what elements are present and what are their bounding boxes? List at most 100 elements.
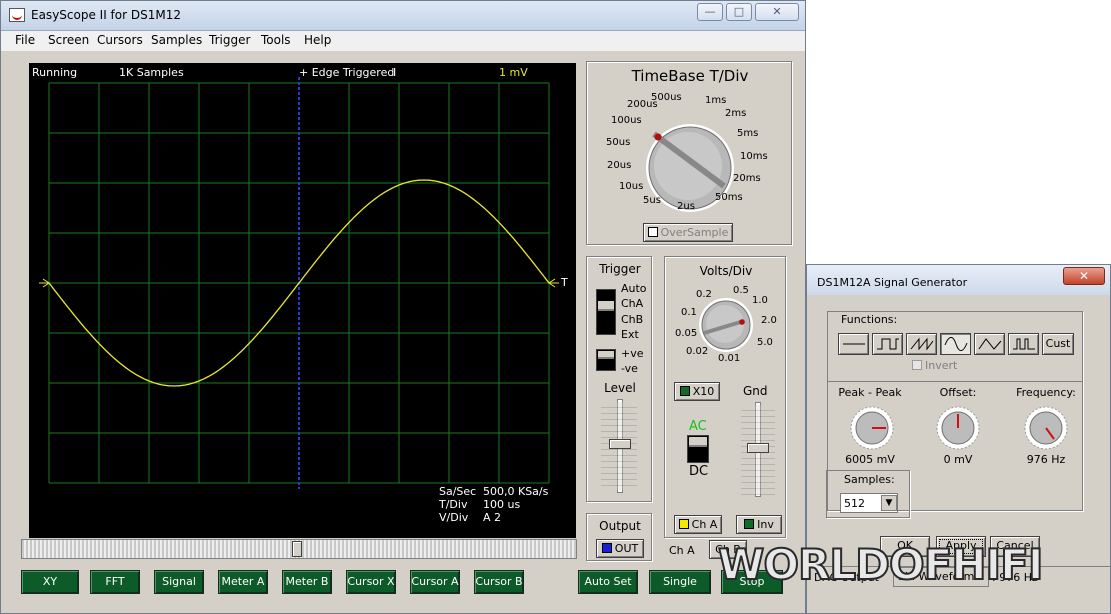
meter-a-button[interactable]: Meter A <box>218 570 268 594</box>
ac-dc-switch[interactable] <box>687 435 709 463</box>
menu-screen[interactable]: Screen <box>48 33 89 47</box>
signal-generator-close-button[interactable]: ✕ <box>1063 267 1105 285</box>
trigger-chb[interactable]: ChB <box>621 313 643 326</box>
scope-display[interactable]: Running 1K Samples + Edge Triggered I 1 … <box>29 63 576 538</box>
vd-label-0.1: 0.1 <box>681 307 697 318</box>
single-button[interactable]: Single <box>649 570 711 594</box>
dc-label[interactable]: DC <box>689 464 708 479</box>
function-triangle-button[interactable] <box>974 333 1005 355</box>
samples-value: 512 <box>844 497 865 510</box>
trigger-slope-switch[interactable] <box>596 349 616 371</box>
menu-tools[interactable]: Tools <box>261 33 291 47</box>
vd-label-1.0: 1.0 <box>752 295 768 306</box>
offset-knob[interactable] <box>934 405 982 451</box>
cursor-b-button[interactable]: Cursor B <box>474 570 524 594</box>
gnd-offset-thumb[interactable] <box>747 443 769 453</box>
trigger-level-thumb[interactable] <box>609 439 631 449</box>
xy-button[interactable]: XY <box>21 570 79 594</box>
peak-peak-knob[interactable] <box>848 405 896 451</box>
horizontal-position-slider[interactable] <box>21 539 577 559</box>
tab-cha[interactable]: Ch A <box>669 544 695 557</box>
title-bar[interactable]: EasyScope II for DS1M12 — □ ✕ <box>1 1 805 31</box>
invert-check-icon <box>912 360 922 370</box>
trigger-slope-thumb[interactable] <box>598 351 614 359</box>
tdiv-label: T/Div <box>439 498 468 511</box>
tb-label-200us: 200us <box>627 99 658 110</box>
close-button[interactable]: ✕ <box>755 3 799 21</box>
watermark-logo: WORLDOFHIFI <box>717 539 1044 590</box>
offset-label: Offset: <box>939 386 977 399</box>
tb-label-2us: 2us <box>677 201 695 212</box>
function-dc-button[interactable] <box>838 333 869 355</box>
tb-label-20ms: 20ms <box>733 173 761 184</box>
frequency-value: 976 Hz <box>1026 453 1066 466</box>
invert-checkbox[interactable]: Invert <box>912 359 957 372</box>
function-square-button[interactable] <box>872 333 903 355</box>
x10-led-icon <box>679 386 690 396</box>
tb-label-20us: 20us <box>607 160 632 171</box>
vd-label-0.2: 0.2 <box>696 289 712 300</box>
frequency-knob[interactable] <box>1022 405 1070 451</box>
scope-grid <box>39 77 559 489</box>
auto-set-button[interactable]: Auto Set <box>578 570 638 594</box>
trigger-status: + Edge Triggered <box>299 66 395 79</box>
fft-button[interactable]: FFT <box>90 570 140 594</box>
slope-negative[interactable]: -ve <box>621 362 638 375</box>
invert-toggle[interactable]: Inv <box>736 515 782 534</box>
function-pulse-button[interactable] <box>1008 333 1039 355</box>
trigger-source-thumb[interactable] <box>598 301 614 311</box>
cha-enable-toggle[interactable]: Ch A <box>674 515 722 534</box>
oversample-label: OverSample <box>660 226 729 239</box>
signal-generator-title-bar[interactable]: DS1M12A Signal Generator ✕ <box>807 265 1110 295</box>
window-title: EasyScope II for DS1M12 <box>31 8 181 22</box>
meter-b-button[interactable]: Meter B <box>282 570 332 594</box>
sawtooth-wave-icon <box>910 337 934 351</box>
tdiv-value: 100 us <box>483 498 521 511</box>
sa-sec-value: 500,0 KSa/s <box>483 485 549 498</box>
vd-label-2.0: 2.0 <box>761 315 777 326</box>
horizontal-slider-thumb[interactable] <box>292 541 302 557</box>
menu-file[interactable]: File <box>15 33 35 47</box>
cursor-x-button[interactable]: Cursor X <box>346 570 396 594</box>
out-toggle[interactable]: OUT <box>596 539 644 558</box>
oversample-checkbox[interactable]: OverSample <box>643 223 733 242</box>
trigger-source-switch[interactable] <box>596 289 616 335</box>
ac-label[interactable]: AC <box>689 419 707 434</box>
x10-toggle[interactable]: X10 <box>674 382 720 401</box>
function-custom-button[interactable]: Cust <box>1042 333 1074 355</box>
tb-label-50us: 50us <box>606 137 631 148</box>
maximize-button[interactable]: □ <box>726 3 752 21</box>
menu-trigger[interactable]: Trigger <box>209 33 250 47</box>
menu-help[interactable]: Help <box>304 33 331 47</box>
oversample-check-icon <box>647 227 658 237</box>
chevron-down-icon[interactable]: ▼ <box>881 495 897 511</box>
inv-label: Inv <box>757 518 774 531</box>
oscilloscope-app-icon <box>9 8 25 22</box>
samples-select[interactable]: 512 ▼ <box>840 493 898 513</box>
trigger-marker: T <box>561 276 568 289</box>
vd-label-0.05: 0.05 <box>675 328 698 339</box>
output-panel: Output OUT <box>586 513 652 561</box>
slope-positive[interactable]: +ve <box>621 347 644 360</box>
function-sawtooth-button[interactable] <box>906 333 937 355</box>
cursor-a-button[interactable]: Cursor A <box>410 570 460 594</box>
function-sine-button[interactable] <box>940 333 971 355</box>
timebase-panel: TimeBase T/Div 500us 1ms 2ms 5ms 10ms 20… <box>586 61 792 245</box>
trigger-cha[interactable]: ChA <box>621 297 643 310</box>
trigger-auto[interactable]: Auto <box>621 282 647 295</box>
functions-label: Functions: <box>841 313 898 326</box>
minimize-button[interactable]: — <box>697 3 723 21</box>
trigger-ext[interactable]: Ext <box>621 328 639 341</box>
volts-div-knob[interactable] <box>698 297 754 353</box>
ac-dc-thumb[interactable] <box>689 437 707 447</box>
trigger-panel: Trigger Auto ChA ChB Ext +ve -ve Level <box>586 256 652 502</box>
signal-button[interactable]: Signal <box>154 570 204 594</box>
volts-div-title: Volts/Div <box>699 264 753 278</box>
menu-cursors[interactable]: Cursors <box>97 33 143 47</box>
invert-label: Invert <box>925 359 958 372</box>
menu-samples[interactable]: Samples <box>151 33 202 47</box>
peak-value: 6005 mV <box>845 453 895 466</box>
sa-sec-label: Sa/Sec <box>439 485 477 498</box>
vdiv-label: V/Div <box>439 511 469 524</box>
peak-label: Peak - Peak <box>838 386 902 399</box>
